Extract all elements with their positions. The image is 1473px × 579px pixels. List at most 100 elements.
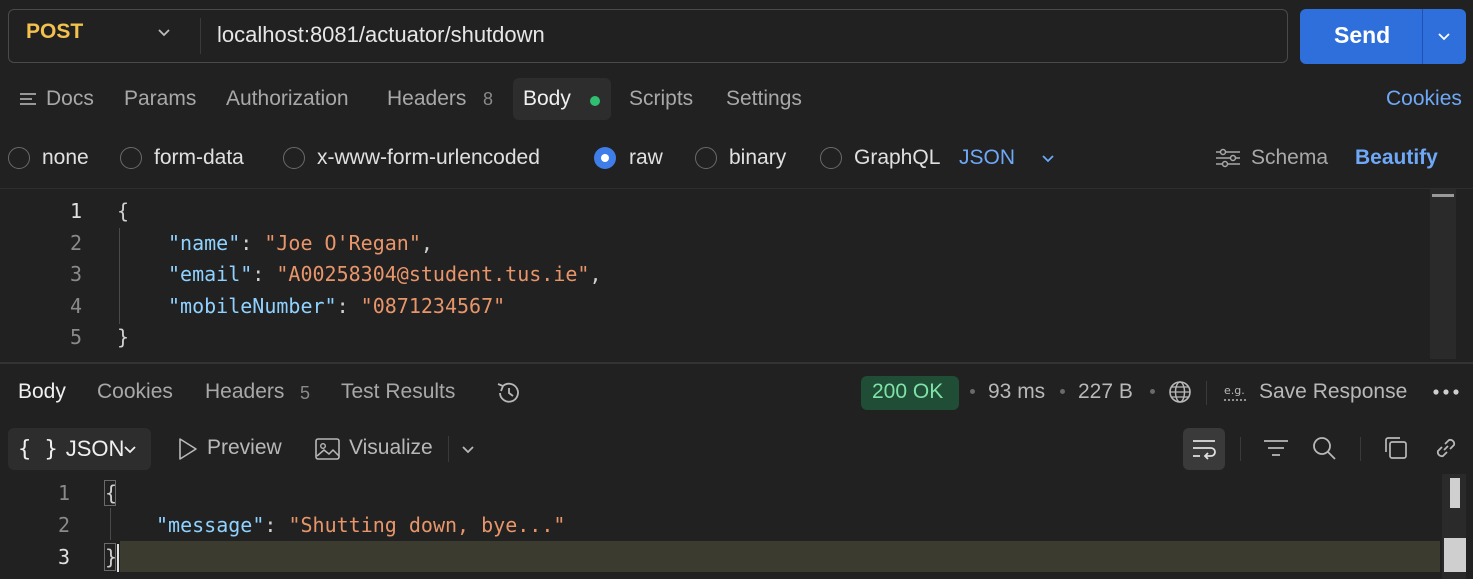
open-brace[interactable]: { xyxy=(117,199,129,223)
separator xyxy=(1206,381,1207,405)
schema-button[interactable]: Schema xyxy=(1251,146,1328,170)
line-number: 1 xyxy=(69,199,82,223)
response-headers-count: 5 xyxy=(300,383,311,403)
line-number: 2 xyxy=(69,231,82,255)
body-modified-indicator xyxy=(590,96,600,106)
link-icon[interactable] xyxy=(1432,434,1460,462)
chevron-down-icon[interactable] xyxy=(460,441,476,457)
radio-binary[interactable] xyxy=(695,147,717,169)
json-field-name[interactable]: "name": "Joe O'Regan", xyxy=(168,231,433,255)
line-number: 2 xyxy=(57,513,70,537)
json-key: "mobileNumber" xyxy=(168,294,337,318)
method-select[interactable]: POST xyxy=(26,20,83,44)
radio-none[interactable] xyxy=(8,147,30,169)
copy-icon[interactable] xyxy=(1382,434,1410,462)
response-tab-headers[interactable]: Headers xyxy=(205,380,284,404)
pane-divider[interactable] xyxy=(0,362,1473,364)
response-tab-test-results[interactable]: Test Results xyxy=(341,380,455,404)
radio-graphql[interactable] xyxy=(820,147,842,169)
close-brace[interactable]: } xyxy=(117,325,129,349)
meta-separator xyxy=(970,389,975,394)
json-key: "message" xyxy=(156,513,265,537)
radio-raw-label[interactable]: raw xyxy=(629,146,663,170)
send-options-chevron-icon[interactable] xyxy=(1436,28,1452,44)
active-line-highlight xyxy=(120,541,1440,572)
line-number: 3 xyxy=(69,262,82,286)
tab-params[interactable]: Params xyxy=(124,87,196,111)
line-number: 4 xyxy=(69,294,82,318)
tab-docs[interactable]: Docs xyxy=(46,87,94,111)
chevron-down-icon[interactable] xyxy=(1040,150,1056,166)
response-tab-cookies[interactable]: Cookies xyxy=(97,380,173,404)
tab-scripts[interactable]: Scripts xyxy=(629,87,693,111)
radio-graphql-label[interactable]: GraphQL xyxy=(854,146,940,170)
svg-text:e.g.: e.g. xyxy=(1224,384,1245,397)
search-icon[interactable] xyxy=(1310,434,1338,462)
radio-none-label[interactable]: none xyxy=(42,146,89,170)
schema-sliders-icon[interactable] xyxy=(1214,146,1242,170)
tab-body[interactable]: Body xyxy=(523,87,571,111)
json-value: "Joe O'Regan" xyxy=(264,231,421,255)
send-divider xyxy=(1422,9,1423,64)
json-value: "0871234567" xyxy=(360,294,506,318)
radio-form-data-label[interactable]: form-data xyxy=(154,146,244,170)
indent-guide xyxy=(110,508,111,540)
filter-icon[interactable] xyxy=(1262,436,1290,460)
globe-icon[interactable] xyxy=(1167,379,1193,405)
json-key: "name" xyxy=(168,231,241,255)
docs-icon xyxy=(20,93,36,105)
response-tab-body[interactable]: Body xyxy=(18,380,66,404)
indent-guide xyxy=(119,228,120,324)
tab-headers[interactable]: Headers xyxy=(387,87,466,111)
visualize-button[interactable]: Visualize xyxy=(349,436,433,460)
json-field-mobile[interactable]: "mobileNumber": "0871234567" xyxy=(168,294,505,318)
braces-icon: { } xyxy=(18,437,58,462)
json-key: "email" xyxy=(168,262,253,286)
cookies-link[interactable]: Cookies xyxy=(1386,87,1462,111)
radio-form-data[interactable] xyxy=(120,147,142,169)
preview-button[interactable]: Preview xyxy=(207,436,282,460)
editor-top-border xyxy=(0,188,1473,189)
save-response-icon[interactable]: e.g. xyxy=(1222,380,1252,404)
more-options-icon[interactable] xyxy=(1432,386,1460,398)
save-response-button[interactable]: Save Response xyxy=(1259,380,1407,404)
json-value: "A00258304@student.tus.ie" xyxy=(276,262,590,286)
json-field-email[interactable]: "email": "A00258304@student.tus.ie", xyxy=(168,262,602,286)
response-open-brace[interactable]: { xyxy=(105,481,117,505)
response-time[interactable]: 93 ms xyxy=(988,380,1045,404)
beautify-button[interactable]: Beautify xyxy=(1355,146,1438,170)
response-size[interactable]: 227 B xyxy=(1078,380,1133,404)
image-icon[interactable] xyxy=(314,436,342,462)
line-number: 5 xyxy=(69,325,82,349)
text-cursor xyxy=(117,544,119,572)
radio-urlencoded[interactable] xyxy=(283,147,305,169)
radio-binary-label[interactable]: binary xyxy=(729,146,786,170)
body-format-select[interactable]: JSON xyxy=(959,146,1015,170)
url-divider xyxy=(200,18,201,54)
chevron-down-icon[interactable] xyxy=(156,24,172,40)
line-number: 1 xyxy=(57,481,70,505)
response-close-brace[interactable]: } xyxy=(105,545,117,569)
line-number: 3 xyxy=(57,545,70,569)
scrollbar-thumb-bottom[interactable] xyxy=(1444,538,1466,572)
send-button-label[interactable]: Send xyxy=(1334,22,1390,49)
history-icon[interactable] xyxy=(494,378,524,408)
editor-scrollbar[interactable] xyxy=(1430,189,1456,359)
wrap-lines-icon[interactable] xyxy=(1190,435,1218,463)
separator xyxy=(448,436,449,462)
play-icon[interactable] xyxy=(176,436,200,462)
chevron-down-icon[interactable] xyxy=(122,441,138,457)
radio-raw[interactable] xyxy=(594,147,616,169)
separator xyxy=(1360,437,1361,461)
tab-settings[interactable]: Settings xyxy=(726,87,802,111)
radio-urlencoded-label[interactable]: x-www-form-urlencoded xyxy=(317,146,540,170)
url-input[interactable]: localhost:8081/actuator/shutdown xyxy=(217,22,545,48)
separator xyxy=(1240,437,1241,461)
scrollbar-thumb[interactable] xyxy=(1450,478,1460,508)
status-code: 200 OK xyxy=(872,380,944,403)
meta-separator xyxy=(1060,389,1065,394)
response-format-label[interactable]: { } JSON xyxy=(18,436,124,462)
scrollbar-thumb[interactable] xyxy=(1432,194,1454,197)
tab-authorization[interactable]: Authorization xyxy=(226,87,349,111)
response-field-message[interactable]: "message": "Shutting down, bye..." xyxy=(156,513,565,537)
